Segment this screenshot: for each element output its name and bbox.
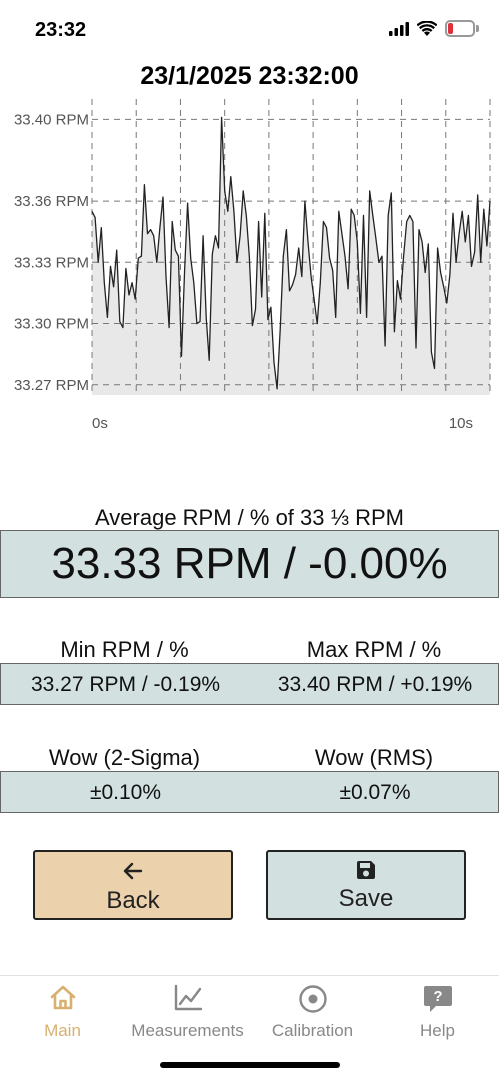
chart-y-tick-label: 33.27 RPM <box>14 377 89 394</box>
status-icons: 15 <box>389 20 479 37</box>
tab-main-label: Main <box>44 1021 81 1040</box>
tab-calibration-label: Calibration <box>271 1021 354 1040</box>
wifi-icon <box>417 21 437 36</box>
wow-rms-label: Wow (RMS) <box>314 745 434 770</box>
chart-y-tick-label: 33.33 RPM <box>14 254 89 271</box>
wow-2sigma-label: Wow (2-Sigma) <box>48 745 201 770</box>
tab-measurements[interactable]: Measurements <box>125 976 250 1051</box>
average-label: Average RPM / % of 33 ⅓ RPM <box>95 505 404 530</box>
measurement-timestamp: 23/1/2025 23:32:00 <box>140 62 359 90</box>
min-value: 33.27 RPM / -0.19% <box>30 673 221 696</box>
average-box: 33.33 RPM / -0.00% <box>0 530 499 598</box>
chart-x-tick-label: 10s <box>449 415 473 432</box>
tab-measurements-label: Measurements <box>131 1021 244 1040</box>
save-icon <box>357 861 375 879</box>
back-button[interactable]: Back <box>33 850 233 920</box>
wow-2sigma-value: ±0.10% <box>89 781 162 804</box>
average-value: 33.33 RPM / -0.00% <box>51 539 448 588</box>
arrow-left-icon <box>123 862 143 880</box>
chart-x-tick-label: 0s <box>92 415 108 432</box>
wow-rms-value: ±0.07% <box>339 781 411 804</box>
chart-y-tick-label: 33.40 RPM <box>14 111 89 128</box>
chart-area-fill <box>92 117 490 396</box>
chart-y-tick-label: 33.30 RPM <box>14 316 89 333</box>
wow-box: ±0.10% ±0.07% <box>0 771 499 813</box>
tab-help[interactable]: ? Help <box>375 976 499 1051</box>
rpm-chart: 33.40 RPM 33.36 RPM 33.33 RPM 33.30 RPM 33.2… <box>14 99 491 432</box>
status-bar: 23:32 15 <box>0 0 499 60</box>
battery-nub <box>476 25 479 32</box>
chart-icon <box>174 984 202 1011</box>
min-label: Min RPM / % <box>60 637 189 662</box>
svg-text:?: ? <box>433 988 442 1005</box>
chart-y-tick-label: 33.36 RPM <box>14 193 89 210</box>
tab-calibration[interactable]: Calibration <box>250 976 375 1051</box>
max-value: 33.40 RPM / +0.19% <box>277 673 473 696</box>
target-icon <box>298 985 327 1013</box>
battery-level: 15 <box>453 22 467 34</box>
signal-icon <box>389 21 409 36</box>
home-icon <box>50 985 75 1010</box>
max-label: Max RPM / % <box>306 637 442 662</box>
status-time: 23:32 <box>35 19 87 41</box>
save-button-label: Save <box>338 885 394 912</box>
help-icon: ? <box>423 986 452 1012</box>
battery-icon: 15 <box>445 20 475 37</box>
tab-main[interactable]: Main <box>0 976 125 1051</box>
back-button-label: Back <box>106 887 160 914</box>
tab-help-label: Help <box>420 1021 455 1040</box>
home-indicator <box>160 1062 340 1068</box>
save-button[interactable]: Save <box>266 850 466 920</box>
min-max-box: 33.27 RPM / -0.19% 33.40 RPM / +0.19% <box>0 663 499 705</box>
